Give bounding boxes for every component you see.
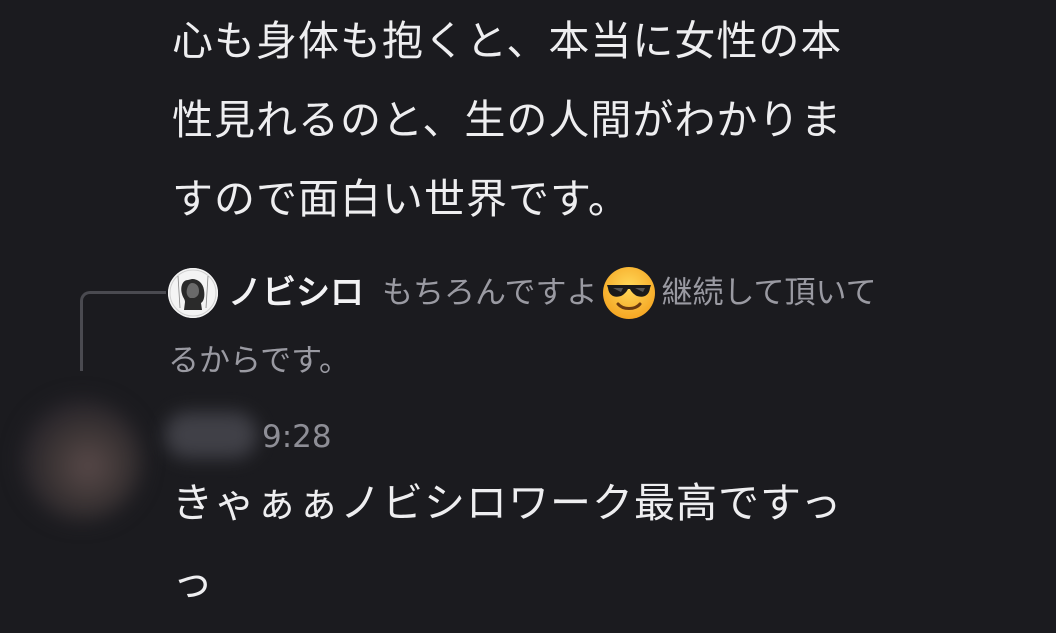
reply-preview[interactable]: ノビシロ もちろんですよ 継続して頂いて るからです。: [168, 262, 1028, 396]
chat-view: 心も身体も抱くと、本当に女性の本 性見れるのと、生の人間がわかりま すので面白い…: [0, 0, 1056, 633]
sunglasses-emoji-icon: [601, 265, 657, 321]
message-line: すので面白い世界です。: [172, 175, 630, 223]
reply-text-line2: るからです。: [168, 342, 350, 379]
reply-connector-line: [80, 291, 166, 371]
message-timestamp: 9:28: [262, 419, 332, 455]
reply-text-part2: 継続して頂いて: [661, 274, 877, 311]
reply-author-avatar[interactable]: [168, 267, 218, 318]
message-line: っ: [172, 558, 214, 606]
current-message-text: きゃぁぁノビシロワーク最高ですっ っ: [172, 464, 1032, 622]
previous-message-text: 心も身体も抱くと、本当に女性の本 性見れるのと、生の人間がわかりま すので面白い…: [172, 2, 1032, 239]
message-line: 性見れるのと、生の人間がわかりま: [172, 96, 843, 144]
avatar-portrait-icon: [168, 267, 218, 318]
message-line: 心も身体も抱くと、本当に女性の本: [172, 17, 843, 65]
message-line: きゃぁぁノビシロワーク最高ですっ: [172, 479, 843, 527]
sender-name-blurred[interactable]: [165, 412, 257, 458]
sender-avatar-blurred[interactable]: [22, 400, 142, 520]
reply-text-part1: もちろんですよ: [382, 274, 598, 311]
reply-author-name[interactable]: ノビシロ: [228, 273, 364, 313]
